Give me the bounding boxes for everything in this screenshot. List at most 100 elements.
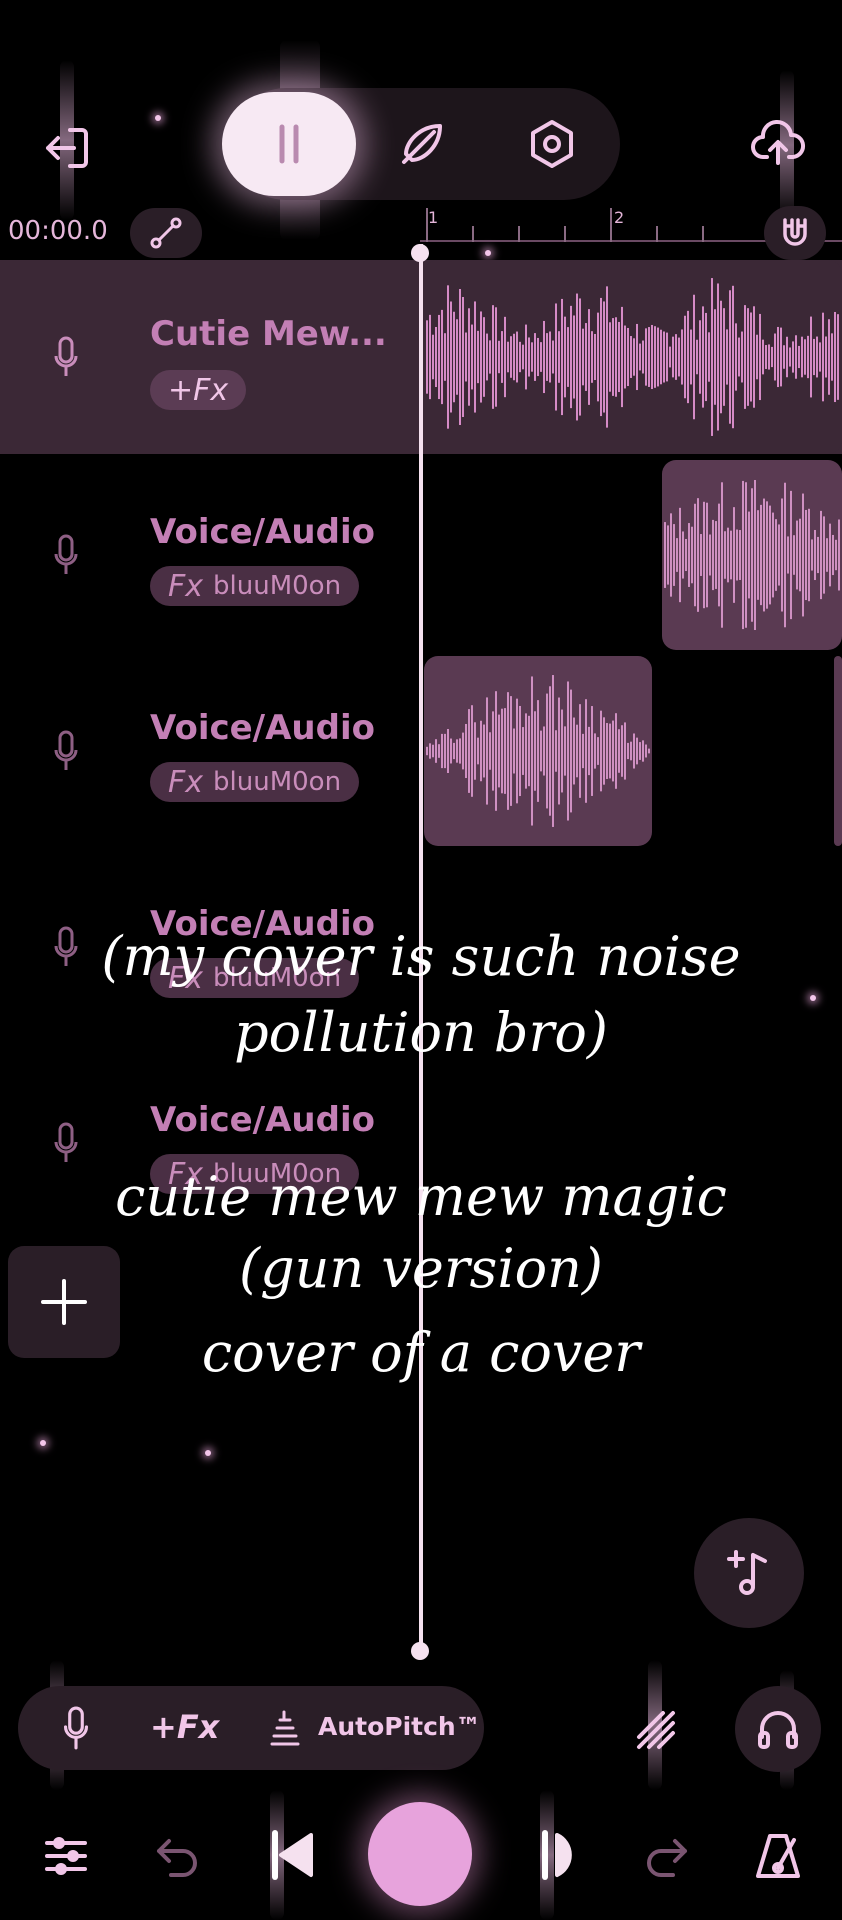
playhead-handle[interactable] — [411, 1642, 429, 1660]
monitor-button[interactable] — [735, 1686, 821, 1772]
waveform-bar — [747, 308, 749, 406]
waveform — [664, 479, 840, 631]
waveform-bar — [492, 711, 494, 791]
waveform-bar — [814, 529, 816, 581]
add-music-button[interactable] — [694, 1518, 804, 1628]
redo-button[interactable] — [636, 1826, 696, 1886]
exit-icon — [46, 128, 88, 168]
upload-button[interactable] — [746, 112, 810, 176]
record-mic-button[interactable] — [56, 1704, 96, 1754]
waveform-bar — [772, 512, 774, 598]
waveform-bar — [642, 740, 644, 762]
waveform-bar — [510, 336, 512, 378]
waveform-bar — [426, 746, 428, 756]
mixer-button[interactable] — [36, 1826, 96, 1886]
fx-chip[interactable]: Fx bluuM0on — [150, 762, 360, 802]
link-button[interactable] — [130, 208, 202, 258]
waveform-bar — [546, 693, 548, 809]
audio-clip[interactable] — [424, 656, 652, 846]
waveform-bar — [477, 737, 479, 765]
waveform-bar — [528, 715, 530, 787]
exit-button[interactable] — [36, 118, 96, 178]
waveform-bar — [699, 320, 701, 394]
waveform-bar — [603, 717, 605, 785]
waveform-bar — [612, 720, 614, 782]
waveform-bar — [834, 311, 836, 403]
track-title[interactable]: Voice/Audio — [150, 1100, 375, 1140]
waveform-bar — [724, 531, 726, 579]
snap-button[interactable] — [764, 206, 826, 260]
waveform-bar — [450, 738, 452, 764]
waveform-bar — [735, 323, 737, 391]
skip-back-button[interactable] — [262, 1822, 322, 1888]
record-button[interactable] — [368, 1802, 472, 1906]
fx-label: Fx — [168, 568, 204, 604]
waveform-bar — [721, 482, 723, 628]
waveform-bar — [712, 519, 714, 591]
waveform-bar — [498, 340, 500, 374]
track-title[interactable]: Cutie Mew... — [150, 314, 387, 354]
waveform-bar — [558, 331, 560, 383]
waveform-bar — [558, 697, 560, 805]
tuning-button[interactable] — [628, 1702, 684, 1758]
add-fx-chip[interactable]: +Fx — [150, 370, 247, 410]
waveform-bar — [600, 297, 602, 417]
waveform-bar — [711, 278, 713, 436]
waveform-bar — [486, 697, 488, 805]
waveform-bar — [546, 333, 548, 381]
ruler-tick — [472, 226, 474, 242]
waveform-bar — [552, 340, 554, 374]
play-button[interactable] — [530, 1822, 590, 1888]
audio-clip[interactable] — [662, 460, 842, 650]
waveform-bar — [663, 331, 665, 383]
waveform-bar — [501, 331, 503, 383]
audio-clip[interactable] — [424, 260, 842, 454]
waveform-bar — [739, 530, 741, 580]
fx-chip[interactable]: Fx bluuM0on — [150, 566, 360, 606]
time-readout: 00:00.0 — [8, 216, 108, 246]
feather-mode-button[interactable] — [390, 112, 454, 176]
waveform-bar — [784, 482, 786, 628]
waveform-bar — [657, 327, 659, 387]
waveform-bar — [837, 314, 839, 400]
mic-icon — [54, 336, 78, 376]
waveform-bar — [804, 339, 806, 375]
skip-back-icon — [272, 1830, 313, 1880]
waveform-bar — [709, 534, 711, 576]
waveform-bar — [627, 327, 629, 387]
add-fx-button[interactable]: +Fx — [150, 1708, 219, 1746]
waveform-bar — [819, 342, 821, 372]
waveform-bar — [468, 308, 470, 406]
waveform-bar — [543, 726, 545, 776]
settings-button[interactable] — [520, 112, 584, 176]
waveform-bar — [468, 709, 470, 793]
playhead-handle[interactable] — [411, 244, 429, 262]
undo-button[interactable] — [148, 1826, 208, 1886]
metronome-button[interactable] — [748, 1826, 808, 1886]
waveform-bar — [522, 727, 524, 775]
audio-clip[interactable] — [834, 656, 842, 846]
ruler-mark: 2 — [614, 208, 625, 227]
waveform-bar — [474, 301, 476, 413]
track-title[interactable]: Voice/Audio — [150, 512, 375, 552]
settings-hex-icon — [531, 120, 573, 168]
waveform-bar — [678, 337, 680, 377]
waveform-bar — [618, 321, 620, 393]
waveform-bar — [639, 343, 641, 371]
waveform-bar — [585, 323, 587, 391]
cloud-upload-icon — [751, 119, 806, 165]
autopitch-button[interactable]: AutoPitch™ — [318, 1712, 481, 1741]
waveform-bar — [787, 536, 789, 574]
waveform-bar — [561, 709, 563, 793]
waveform-bar — [720, 300, 722, 414]
waveform-bar — [615, 713, 617, 789]
waveform-bar — [438, 744, 440, 758]
waveform-bar — [486, 333, 488, 381]
waveform-bar — [480, 720, 482, 782]
tracks-mode-button[interactable] — [222, 92, 356, 196]
waveform-bar — [477, 330, 479, 384]
waveform-bar — [531, 676, 533, 826]
waveform-bar — [748, 511, 750, 599]
track-title[interactable]: Voice/Audio — [150, 708, 375, 748]
waveform-bar — [751, 488, 753, 622]
